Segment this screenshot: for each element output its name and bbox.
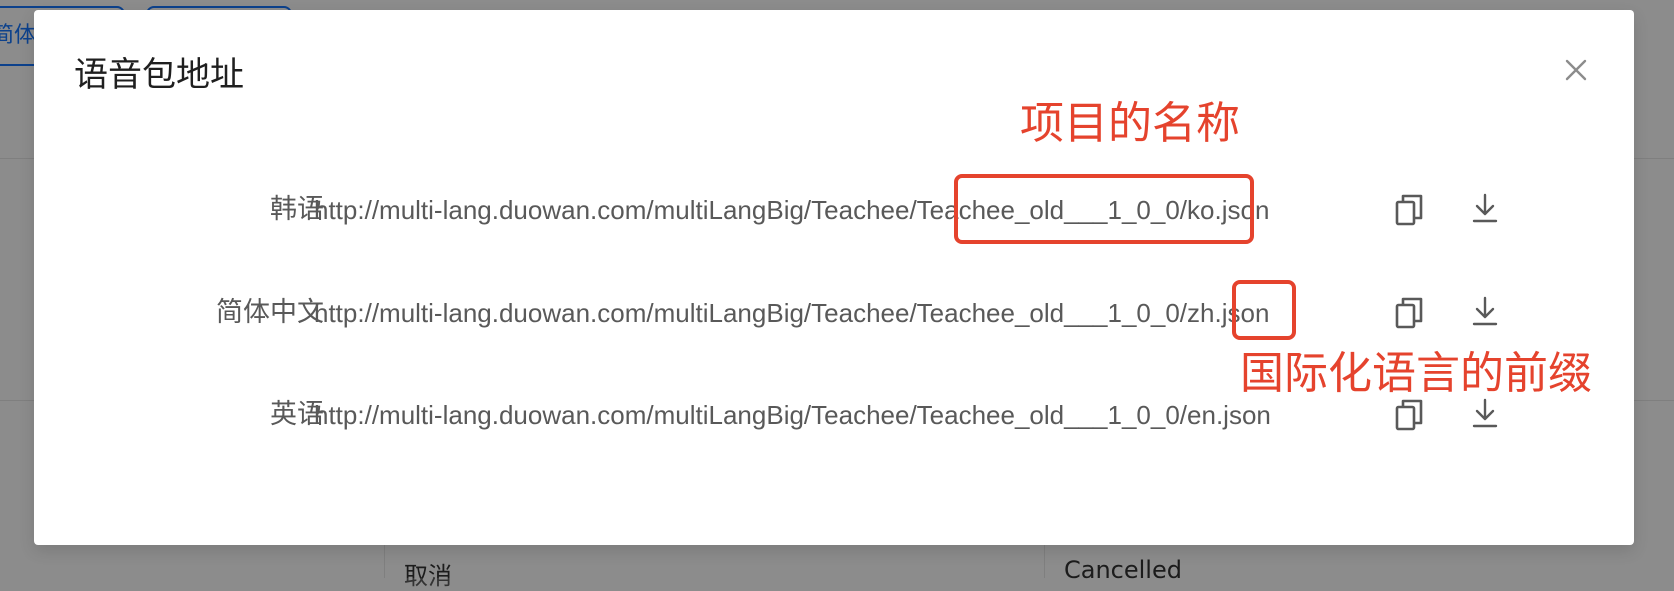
- language-row-simplified-chinese: 简体中文 http://multi-lang.duowan.com/multiL…: [34, 288, 1634, 338]
- annotation-box-project-name: [954, 174, 1254, 244]
- copy-icon[interactable]: [1388, 189, 1430, 231]
- download-icon[interactable]: [1464, 394, 1506, 436]
- annotation-box-language-prefix: [1232, 280, 1296, 340]
- download-icon[interactable]: [1464, 189, 1506, 231]
- language-row-korean: 韩语 http://multi-lang.duowan.com/multiLan…: [34, 185, 1634, 235]
- language-pack-dialog: 语音包地址 韩语 http://multi-lang.duowan.com/mu…: [34, 10, 1634, 545]
- language-pack-url: http://multi-lang.duowan.com/multiLangBi…: [314, 298, 1270, 328]
- close-icon[interactable]: [1558, 52, 1594, 88]
- annotation-project-name: 项目的名称: [1020, 98, 1240, 149]
- language-pack-url: http://multi-lang.duowan.com/multiLangBi…: [314, 400, 1271, 430]
- annotation-language-prefix: 国际化语言的前缀: [1240, 348, 1592, 399]
- copy-icon[interactable]: [1388, 292, 1430, 334]
- language-label: 简体中文: [216, 297, 324, 328]
- copy-icon[interactable]: [1388, 394, 1430, 436]
- download-icon[interactable]: [1464, 292, 1506, 334]
- dialog-title: 语音包地址: [74, 55, 244, 95]
